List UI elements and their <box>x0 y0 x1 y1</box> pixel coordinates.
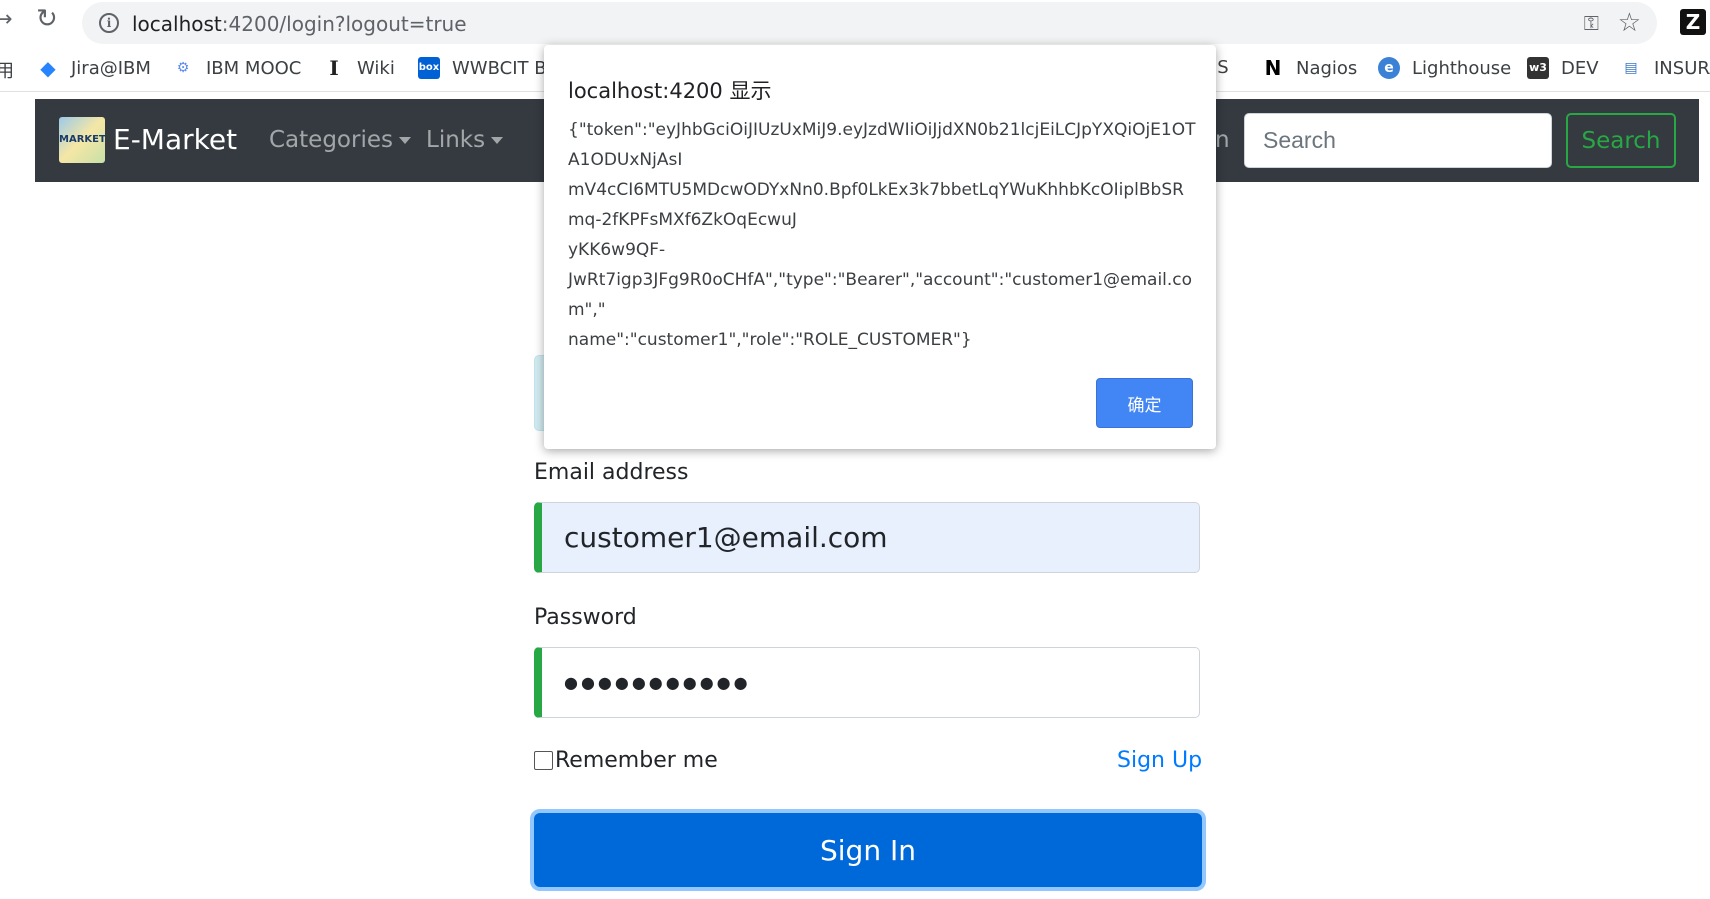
w3-icon: w3 <box>1527 57 1549 79</box>
alert-dialog: localhost:4200 显示 {"token":"eyJhbGciOiJI… <box>544 45 1216 449</box>
signup-link[interactable]: Sign Up <box>1117 748 1202 773</box>
wiki-icon: I <box>329 56 339 80</box>
email-value: customer1@email.com <box>564 521 888 554</box>
bookmark-wiki[interactable]: I Wiki <box>323 57 395 79</box>
email-label: Email address <box>534 460 689 485</box>
categories-dropdown[interactable]: Categories <box>269 127 411 153</box>
signin-button[interactable]: Sign In <box>534 813 1202 887</box>
bookmark-ibm-mooc[interactable]: ⚙ IBM MOOC <box>172 57 302 79</box>
url-text[interactable]: localhost:4200/login?logout=true <box>132 12 467 36</box>
search-button[interactable]: Search <box>1566 113 1676 168</box>
nagios-icon: N <box>1264 56 1282 80</box>
brand-name[interactable]: E-Market <box>113 123 237 156</box>
jira-icon: ◆ <box>40 56 56 80</box>
dialog-message: {"token":"eyJhbGciOiJIUzUxMiJ9.eyJzdWIiO… <box>568 120 1196 350</box>
address-bar[interactable]: i localhost:4200/login?logout=true ⚿ ☆ <box>82 2 1657 44</box>
email-field[interactable]: customer1@email.com <box>534 502 1200 573</box>
caret-down-icon <box>491 137 504 144</box>
remember-me[interactable]: Remember me <box>534 748 718 773</box>
bookmark-apps[interactable]: 用 <box>0 57 14 83</box>
password-value: ●●●●●●●●●●● <box>564 673 751 692</box>
nav-link-partial[interactable]: n <box>1215 127 1230 153</box>
links-dropdown[interactable]: Links <box>426 127 504 153</box>
bookmark-nagios[interactable]: N Nagios <box>1262 56 1358 80</box>
reload-icon[interactable]: ↻ <box>36 4 58 34</box>
password-field[interactable]: ●●●●●●●●●●● <box>534 647 1200 718</box>
bookmark-wwbcit[interactable]: box WWBCIT Bo <box>418 57 558 79</box>
mooc-icon: ⚙ <box>176 60 190 76</box>
remember-label: Remember me <box>555 748 718 773</box>
bookmark-lighthouse[interactable]: e Lighthouse <box>1378 57 1511 79</box>
lighthouse-icon: e <box>1378 57 1400 79</box>
password-label: Password <box>534 605 637 630</box>
dialog-ok-button[interactable]: 确定 <box>1096 378 1193 428</box>
bookmark-insura[interactable]: ▤INSURA <box>1620 57 1710 79</box>
caret-down-icon <box>398 137 411 144</box>
remember-checkbox[interactable] <box>534 751 553 770</box>
star-icon[interactable]: ☆ <box>1618 8 1641 38</box>
info-icon[interactable]: i <box>99 13 119 33</box>
bookmark-jira[interactable]: ◆ Jira@IBM <box>37 57 151 79</box>
search-input[interactable] <box>1244 113 1552 168</box>
extension-icon[interactable]: Z <box>1680 9 1706 35</box>
forward-icon[interactable]: → <box>0 7 12 32</box>
key-icon[interactable]: ⚿ <box>1584 11 1599 35</box>
dialog-title: localhost:4200 显示 <box>568 79 772 103</box>
bookmark-dev[interactable]: w3 DEV <box>1527 57 1599 79</box>
box-icon: box <box>418 57 440 79</box>
brand-logo[interactable]: MARKET <box>59 117 106 163</box>
insura-icon: ▤ <box>1624 60 1638 76</box>
browser-toolbar: → ↻ i localhost:4200/login?logout=true ⚿… <box>0 0 1710 44</box>
